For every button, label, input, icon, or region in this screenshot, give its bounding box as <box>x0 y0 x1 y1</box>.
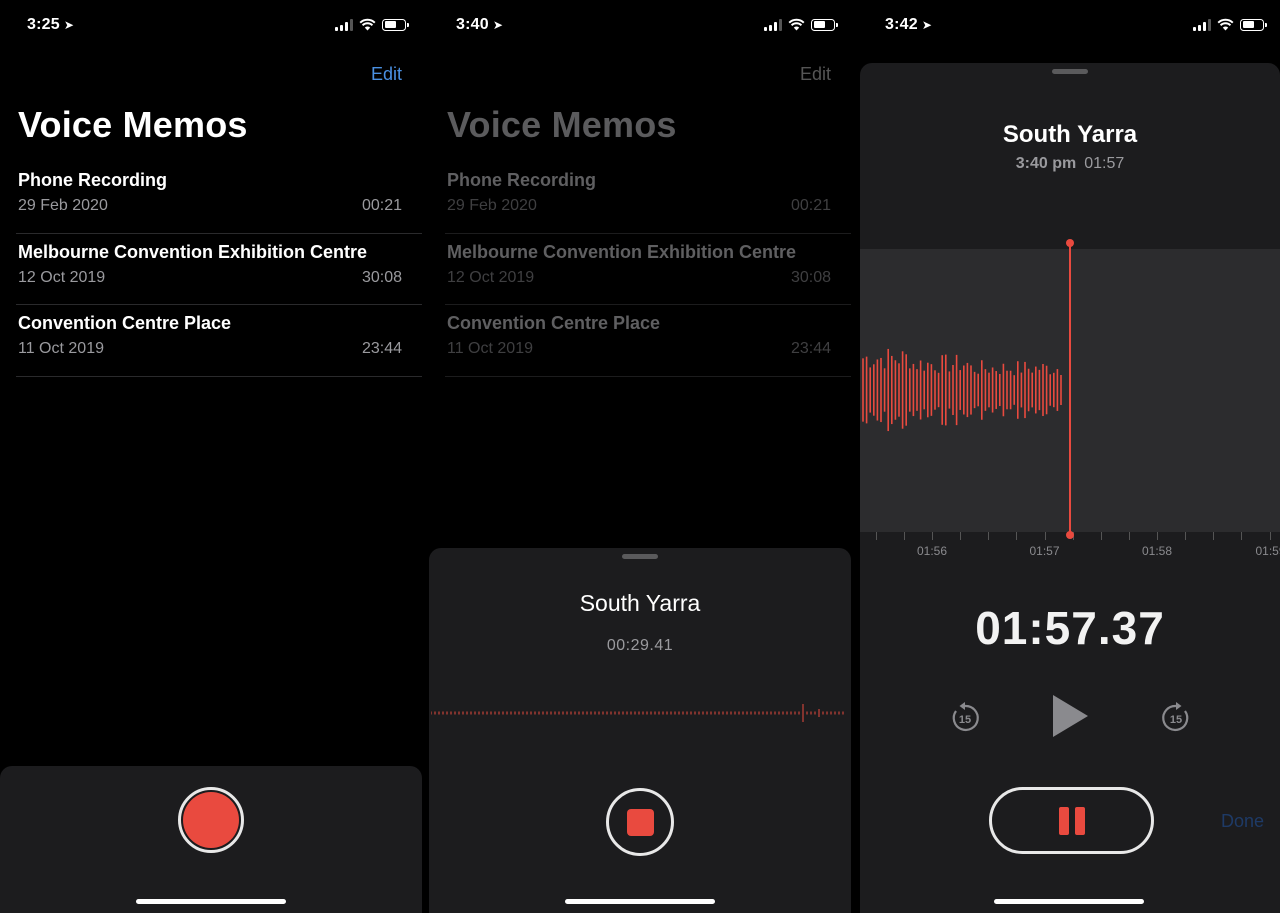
recordings-list: Phone Recording 29 Feb 2020 00:21 Melbou… <box>16 162 422 377</box>
recording-duration: 30:08 <box>790 268 831 286</box>
battery-icon <box>1240 18 1267 31</box>
status-bar: 3:25 ➤ <box>0 0 422 50</box>
recording-date: 11 Oct 2019 <box>18 340 104 357</box>
status-time: 3:25 <box>27 16 60 33</box>
edit-button[interactable]: Edit <box>371 64 402 85</box>
ruler-label: 01:57 <box>1029 544 1060 558</box>
ruler-tick <box>1213 532 1215 540</box>
ruler-tick <box>1185 532 1187 540</box>
recording-title[interactable]: South Yarra <box>860 121 1280 149</box>
list-item[interactable]: Phone Recording 29 Feb 2020 00:21 <box>445 162 851 234</box>
list-item[interactable]: Melbourne Convention Exhibition Centre 1… <box>16 234 422 305</box>
playback-controls: 15 15 <box>860 693 1280 743</box>
location-arrow-icon: ➤ <box>921 18 933 32</box>
play-icon[interactable] <box>1050 693 1090 739</box>
ruler-tick <box>1269 532 1271 540</box>
playback-sheet: South Yarra 3:40 pm 01:57 01:56 01:57 01:58… <box>860 63 1280 913</box>
skip-forward-label: 15 <box>1170 714 1182 726</box>
recording-date: 11 Oct 2019 <box>447 340 533 357</box>
ruler-tick <box>1128 532 1130 540</box>
recording-length: 01:57 <box>1084 155 1125 172</box>
home-indicator[interactable] <box>136 899 286 904</box>
ruler-label: 01:56 <box>916 544 948 558</box>
record-icon <box>183 792 239 848</box>
recording-date: 12 Oct 2019 <box>447 268 535 286</box>
skip-back-15-icon[interactable]: 15 <box>948 701 982 735</box>
list-item[interactable]: Melbourne Convention Exhibition Centre 1… <box>445 234 851 305</box>
wifi-icon <box>359 18 376 31</box>
wifi-icon <box>788 18 805 31</box>
stop-icon <box>626 808 654 836</box>
battery-icon <box>382 18 409 31</box>
list-item[interactable]: Phone Recording 29 Feb 2020 00:21 <box>16 162 422 234</box>
status-time: 3:42 <box>885 16 918 33</box>
recording-start-time: 3:40 pm <box>1015 155 1077 172</box>
ruler-label: 01:58 <box>1141 544 1173 558</box>
ruler-tick <box>903 532 905 540</box>
home-indicator[interactable] <box>565 899 715 904</box>
ruler-tick <box>932 532 933 540</box>
recording-title[interactable]: South Yarra <box>429 590 851 617</box>
recording-sheet: South Yarra 00:29.41 <box>429 548 851 913</box>
page-title: Voice Memos <box>18 104 248 145</box>
signal-icon <box>335 18 353 31</box>
done-button[interactable]: Done <box>1221 811 1264 832</box>
recording-duration: 30:08 <box>361 268 402 286</box>
recording-date: 29 Feb 2020 <box>447 197 537 214</box>
screen-playback: 3:42 ➤ South Yarra 3:40 pm 01:57 01:56 01:5… <box>858 0 1280 913</box>
recording-duration: 00:21 <box>361 197 402 214</box>
location-arrow-icon: ➤ <box>63 18 75 32</box>
ruler-tick <box>875 532 877 540</box>
recording-name: Convention Centre Place <box>18 313 232 333</box>
skip-back-label: 15 <box>959 714 971 726</box>
live-waveform <box>431 704 844 722</box>
recording-name: Melbourne Convention Exhibition Centre <box>447 241 797 262</box>
ruler-label: 01:59 <box>1255 544 1280 558</box>
stop-button[interactable] <box>606 788 674 856</box>
recording-duration: 23:44 <box>790 340 831 357</box>
page-title: Voice Memos <box>447 104 677 145</box>
ruler-tick <box>1044 532 1046 540</box>
recording-duration: 23:44 <box>361 340 402 357</box>
record-button[interactable] <box>178 787 244 853</box>
status-bar: 3:42 ➤ <box>858 0 1280 50</box>
sheet-grabber[interactable] <box>1052 69 1088 74</box>
recordings-list: Phone Recording 29 Feb 2020 00:21 Melbou… <box>445 162 851 377</box>
screen-list: 3:25 ➤ Edit Voice Memos Phone Recording 2… <box>0 0 422 913</box>
playhead[interactable] <box>1066 239 1074 539</box>
home-indicator[interactable] <box>994 899 1144 904</box>
ruler-tick <box>1100 532 1102 540</box>
recording-elapsed: 00:29.41 <box>606 637 674 654</box>
list-item[interactable]: Convention Centre Place 11 Oct 2019 23:4… <box>16 305 422 377</box>
recording-meta: 3:40 pm 01:57 <box>860 155 1280 173</box>
ruler-tick <box>960 532 962 540</box>
ruler-tick <box>1241 532 1243 540</box>
signal-icon <box>764 18 782 31</box>
recording-name: Convention Centre Place <box>447 313 661 333</box>
recording-date: 12 Oct 2019 <box>18 268 106 286</box>
recording-name: Phone Recording <box>447 170 597 190</box>
recording-name: Melbourne Convention Exhibition Centre <box>18 241 368 262</box>
status-bar: 3:40 ➤ <box>429 0 851 50</box>
sheet-grabber[interactable] <box>622 554 658 559</box>
recording-duration: 00:21 <box>790 197 831 214</box>
wifi-icon <box>1217 18 1234 31</box>
record-bar <box>0 766 422 913</box>
status-time: 3:40 <box>456 16 489 33</box>
signal-icon <box>1193 18 1211 31</box>
battery-icon <box>811 18 838 31</box>
ruler-tick <box>988 532 990 540</box>
screen-recording: 3:40 ➤ Edit Voice Memos Phone Recording 2… <box>429 0 851 913</box>
recording-name: Phone Recording <box>18 170 168 190</box>
skip-forward-15-icon[interactable]: 15 <box>1159 701 1193 735</box>
list-item[interactable]: Convention Centre Place 11 Oct 2019 23:4… <box>445 305 851 377</box>
ruler-tick <box>1016 532 1018 540</box>
recording-date: 29 Feb 2020 <box>18 197 108 214</box>
pause-icon <box>1058 806 1069 835</box>
edit-button[interactable]: Edit <box>800 64 831 85</box>
current-time: 01:57.37 <box>975 602 1165 654</box>
ruler-tick <box>1157 532 1158 540</box>
pause-button[interactable] <box>989 787 1154 854</box>
location-arrow-icon: ➤ <box>492 18 504 32</box>
